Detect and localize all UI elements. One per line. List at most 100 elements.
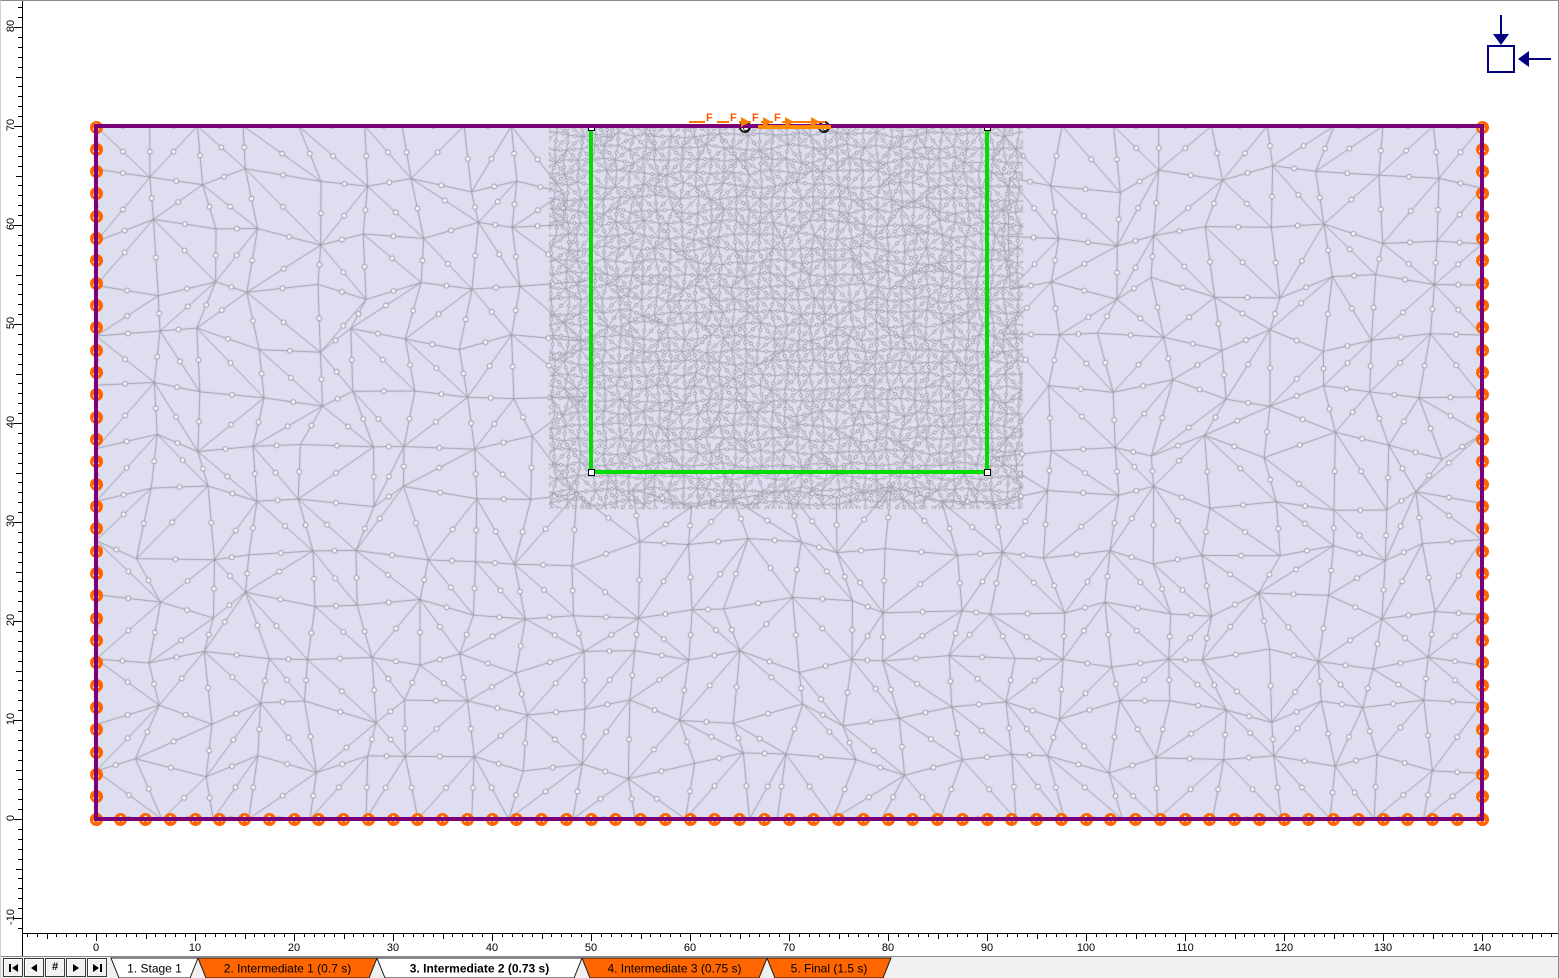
ruler-label: 30 xyxy=(5,511,17,531)
stage-tab-bar: # 1. Stage 1 2. Intermediate 1 (0.7 s) 4. … xyxy=(1,956,1558,978)
stage-tab-label[interactable]: 5. Final (1.5 s) xyxy=(791,962,868,976)
ruler-tick xyxy=(18,403,22,404)
ruler-tick xyxy=(502,934,503,937)
ruler-tick xyxy=(18,255,22,256)
ruler-tick xyxy=(18,393,22,394)
stage-nav-previous-button[interactable] xyxy=(24,958,44,977)
ruler-label: 0 xyxy=(76,942,116,954)
ruler-tick xyxy=(1522,934,1523,937)
ruler-tick xyxy=(512,934,513,937)
stage-tab-label[interactable]: 3. Intermediate 2 (0.73 s) xyxy=(410,962,549,976)
ruler-tick xyxy=(571,934,572,937)
ruler-tick xyxy=(16,869,22,870)
ruler-tick xyxy=(18,641,22,642)
ruler-tick xyxy=(928,934,929,937)
ruler-tick xyxy=(740,934,741,939)
stage-nav-next-icon xyxy=(73,964,79,972)
ruler-label: 50 xyxy=(571,942,611,954)
ruler-tick xyxy=(1512,934,1513,937)
ruler-tick xyxy=(18,235,22,236)
model-viewport-window: AAAAAAAAAAAAAAAAAAAAAAAAAAAAAAAAAAAAAAAA… xyxy=(0,0,1559,978)
ruler-tick xyxy=(413,934,414,937)
ruler-tick xyxy=(235,934,236,937)
load-label: F xyxy=(705,113,714,124)
ruler-tick xyxy=(581,934,582,937)
ruler-label: 80 xyxy=(5,16,17,36)
ruler-tick xyxy=(1541,934,1542,937)
ruler-tick xyxy=(1363,934,1364,937)
ruler-tick xyxy=(18,265,22,266)
ruler-tick xyxy=(1383,934,1384,941)
ruler-label: 20 xyxy=(5,610,17,630)
ruler-tick xyxy=(106,934,107,937)
ruler-tick xyxy=(18,482,22,483)
ruler-tick xyxy=(621,934,622,937)
ruler-tick xyxy=(700,934,701,937)
ruler-label: 50 xyxy=(5,313,17,333)
stage-tab-label[interactable]: 4. Intermediate 3 (0.75 s) xyxy=(607,962,741,976)
ruler-tick xyxy=(393,934,394,941)
ruler-tick xyxy=(18,849,22,850)
ruler-tick xyxy=(18,700,22,701)
ruler-tick xyxy=(18,898,22,899)
ruler-tick xyxy=(660,934,661,937)
ruler-tick xyxy=(146,934,147,939)
stage-tab-label[interactable]: 1. Stage 1 xyxy=(127,962,182,976)
ruler-tick xyxy=(947,934,948,937)
ruler-tick xyxy=(769,934,770,937)
ruler-tick xyxy=(868,934,869,937)
ruler-tick xyxy=(18,928,22,929)
ruler-tick xyxy=(96,934,97,941)
ruler-tick xyxy=(18,730,22,731)
ruler-tick xyxy=(18,146,22,147)
ruler-tick xyxy=(1274,934,1275,937)
stage-nav-first-icon xyxy=(9,964,11,972)
ruler-tick xyxy=(225,934,226,937)
vertical-stress-arrow xyxy=(1500,15,1502,35)
stage-nav-first-button[interactable] xyxy=(3,958,23,977)
ruler-tick xyxy=(1086,934,1087,941)
ruler-tick xyxy=(18,581,22,582)
ruler-label: 60 xyxy=(5,214,17,234)
ruler-tick xyxy=(888,934,889,941)
ruler-tick xyxy=(18,680,22,681)
ruler-label: 110 xyxy=(1165,942,1205,954)
ruler-tick xyxy=(710,934,711,937)
ruler-tick xyxy=(18,453,22,454)
horizontal-stress-arrow xyxy=(1529,58,1551,60)
stage-nav-last-button[interactable] xyxy=(87,958,107,977)
stage-nav-next-button[interactable] xyxy=(66,958,86,977)
ruler-tick xyxy=(1235,934,1236,939)
stage-nav-previous-icon xyxy=(31,964,37,972)
ruler-tick xyxy=(18,631,22,632)
ruler-tick xyxy=(1433,934,1434,939)
external-boundary[interactable] xyxy=(94,124,1484,821)
stage-tab-label[interactable]: 2. Intermediate 1 (0.7 s) xyxy=(224,962,351,976)
ruler-tick xyxy=(1423,934,1424,937)
ruler-tick xyxy=(1442,934,1443,937)
ruler-tick xyxy=(16,770,22,771)
ruler-tick xyxy=(18,601,22,602)
ruler-tick xyxy=(18,789,22,790)
ruler-label: 80 xyxy=(868,942,908,954)
ruler-tick xyxy=(938,934,939,939)
load-arrowhead xyxy=(763,117,772,127)
ruler-tick xyxy=(1056,934,1057,937)
ruler-tick xyxy=(18,106,22,107)
stage-nav-stage-list-button[interactable]: # xyxy=(45,958,65,977)
ruler-tick xyxy=(344,934,345,939)
ruler-tick xyxy=(1472,934,1473,937)
ruler-tick xyxy=(443,934,444,939)
stage-nav-stage-list-icon: # xyxy=(52,963,58,972)
ruler-tick xyxy=(1244,934,1245,937)
ruler-tick xyxy=(18,314,22,315)
ruler-tick xyxy=(18,908,22,909)
ruler-tick xyxy=(18,750,22,751)
ruler-tick xyxy=(18,888,22,889)
load-label: F xyxy=(729,113,738,124)
ruler-tick xyxy=(997,934,998,937)
ruler-tick xyxy=(551,934,552,937)
ruler-tick xyxy=(185,934,186,937)
ruler-tick xyxy=(18,284,22,285)
ruler-tick xyxy=(18,205,22,206)
